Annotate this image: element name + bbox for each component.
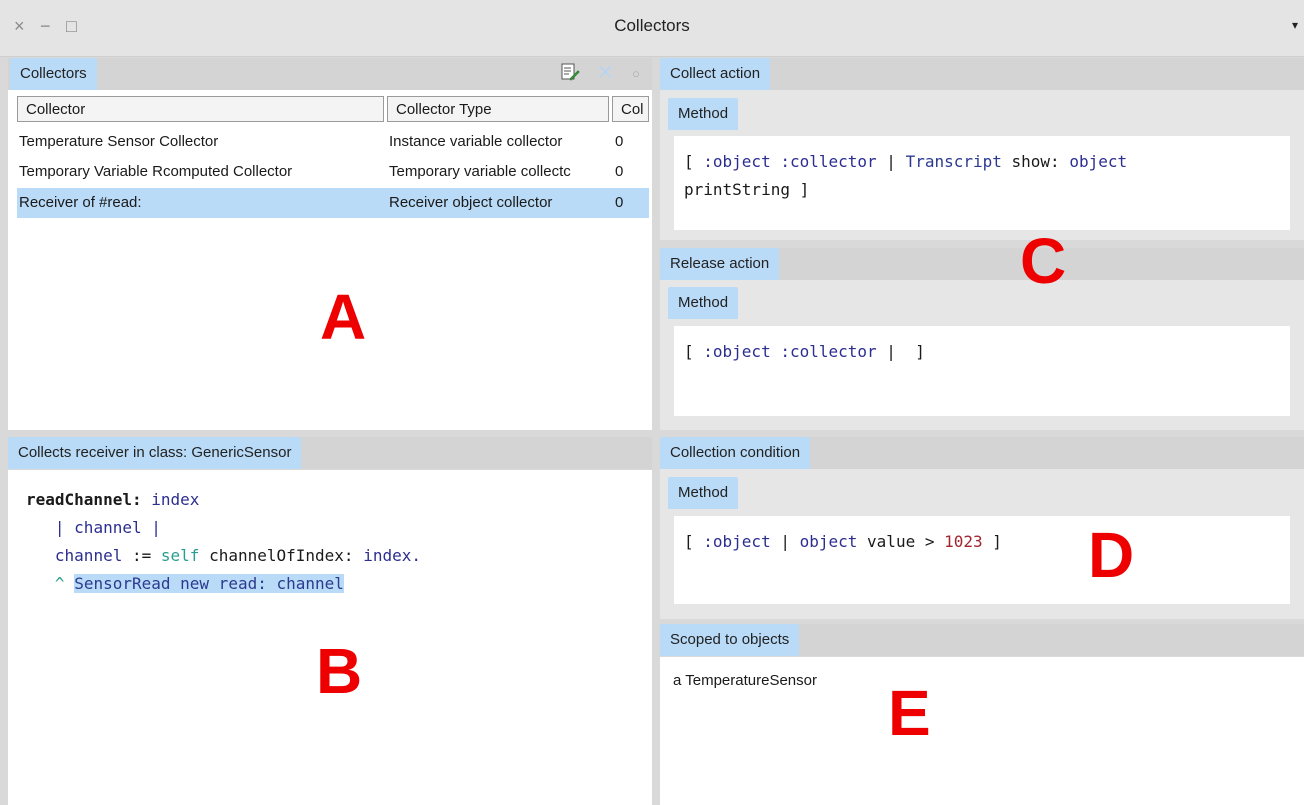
code-return-caret: ^ (54, 574, 65, 593)
code-object: object (799, 532, 858, 551)
collector-type: Instance variable collector (389, 133, 563, 150)
edit-collector-icon[interactable] (560, 62, 580, 87)
column-header-collector-type[interactable]: Collector Type (387, 96, 609, 122)
subtab-method[interactable]: Method (668, 98, 739, 130)
method-temps: | channel | (54, 518, 161, 537)
table-row[interactable]: Temporary Variable Rcomputed Collector T… (17, 157, 649, 187)
code-var: channel (54, 546, 123, 565)
code-message: value > (857, 532, 945, 551)
code-close: ] (982, 532, 1002, 551)
method-arg: index (151, 490, 200, 509)
tab-scoped-to-objects[interactable]: Scoped to objects (660, 624, 800, 656)
annotation-e: E (888, 677, 931, 749)
table-row-selected[interactable]: Receiver of #read: Receiver object colle… (17, 188, 649, 218)
code-selection: SensorRead new read: channel (74, 574, 344, 593)
subtab-method[interactable]: Method (668, 287, 739, 319)
tab-collect-action[interactable]: Collect action (660, 58, 771, 90)
annotation-d: D (1088, 519, 1135, 591)
code-assign: := (131, 546, 152, 565)
code-message: show: (1001, 152, 1070, 171)
method-selector: readChannel: (26, 490, 142, 509)
code-self: self (160, 546, 200, 565)
code-class: Transcript (905, 152, 1002, 171)
tab-collectors[interactable]: Collectors (10, 58, 97, 90)
tab-collection-condition[interactable]: Collection condition (660, 437, 811, 469)
collector-type: Temporary variable collectc (389, 163, 571, 180)
toggle-collector-icon[interactable]: ○ (632, 66, 640, 81)
list-item[interactable]: a TemperatureSensor (673, 672, 817, 689)
annotation-c: C (1020, 225, 1067, 297)
column-header-count[interactable]: Col (612, 96, 649, 122)
code-line2: printString ] (684, 180, 810, 199)
annotation-b: B (316, 635, 363, 707)
code-params: :object :collector (703, 342, 877, 361)
code-bar: | (770, 532, 800, 551)
window-title: Collectors (614, 16, 690, 35)
code-object: object (1069, 152, 1128, 171)
remove-collector-icon[interactable]: ✕ (597, 60, 614, 85)
collector-count: 0 (615, 133, 624, 150)
collector-type: Receiver object collector (389, 194, 553, 211)
subtab-method[interactable]: Method (668, 477, 739, 509)
code-arg: index. (363, 546, 421, 565)
code-bar: | (876, 152, 906, 171)
code-bracket: [ (684, 532, 704, 551)
code-bracket: [ (684, 152, 704, 171)
window-menu-icon[interactable]: ▾ (1292, 18, 1298, 32)
release-action-code[interactable]: [ :object :collector | ] (684, 338, 925, 366)
collector-name: Receiver of #read: (19, 194, 142, 211)
table-row[interactable]: Temperature Sensor Collector Instance va… (17, 127, 649, 157)
collector-count: 0 (615, 194, 624, 211)
code-bracket: [ (684, 342, 704, 361)
collector-name: Temperature Sensor Collector (19, 133, 219, 150)
tab-collects-receiver[interactable]: Collects receiver in class: GenericSenso… (8, 437, 302, 469)
code-param: :object (703, 532, 771, 551)
window-titlebar: × − □ Collectors ▾ (0, 0, 1304, 57)
annotation-a: A (320, 281, 367, 353)
source-code[interactable]: readChannel: index | channel | channel :… (26, 486, 421, 598)
code-params: :object :collector (703, 152, 877, 171)
code-message: channelOfIndex: (209, 546, 354, 565)
column-header-collector[interactable]: Collector (17, 96, 384, 122)
tab-release-action[interactable]: Release action (660, 248, 780, 280)
code-number: 1023 (944, 532, 983, 551)
code-close: | ] (876, 342, 925, 361)
collect-action-code[interactable]: [ :object :collector | Transcript show: … (684, 148, 1127, 204)
condition-code[interactable]: [ :object | object value > 1023 ] (684, 528, 1002, 556)
collector-name: Temporary Variable Rcomputed Collector (19, 163, 293, 180)
collector-count: 0 (615, 163, 624, 180)
collectors-tabstrip (8, 58, 652, 90)
